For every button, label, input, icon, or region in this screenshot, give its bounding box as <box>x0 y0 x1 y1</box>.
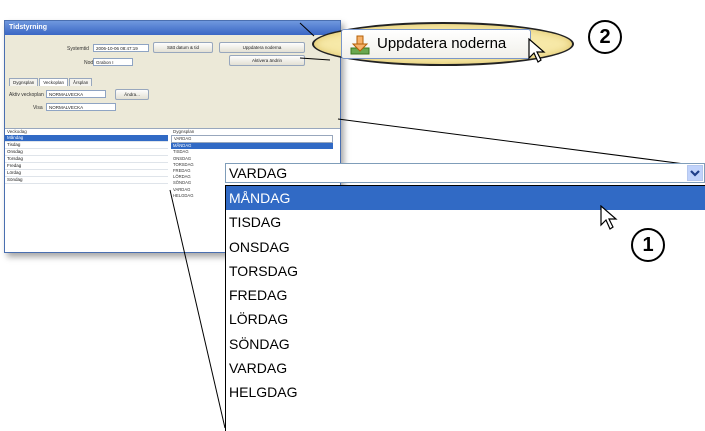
dropdown-option[interactable]: SÖNDAG <box>226 332 705 356</box>
download-arrow-icon <box>349 34 371 61</box>
update-nodes-button[interactable]: Uppdatera noderna <box>341 29 531 59</box>
schedule-dropdown[interactable]: VARDAG <box>225 163 705 183</box>
mouse-cursor-icon <box>600 205 618 230</box>
dropdown-option[interactable]: VARDAG <box>226 356 705 380</box>
callout-2: 2 <box>588 20 622 54</box>
callout-1: 1 <box>631 228 665 262</box>
chevron-down-icon[interactable] <box>687 165 703 181</box>
dropdown-value: VARDAG <box>229 165 288 181</box>
dropdown-option[interactable]: HELGDAG <box>226 380 705 404</box>
dropdown-option[interactable]: TISDAG <box>226 210 705 234</box>
dropdown-list: MÅNDAG TISDAG ONSDAG TORSDAG FREDAG LÖRD… <box>225 185 705 431</box>
dropdown-option[interactable]: LÖRDAG <box>226 307 705 331</box>
dropdown-option[interactable]: FREDAG <box>226 283 705 307</box>
mouse-cursor-icon <box>528 38 546 63</box>
dropdown-option[interactable]: TORSDAG <box>226 259 705 283</box>
update-nodes-label: Uppdatera noderna <box>377 35 507 52</box>
dropdown-option[interactable]: MÅNDAG <box>226 186 705 211</box>
